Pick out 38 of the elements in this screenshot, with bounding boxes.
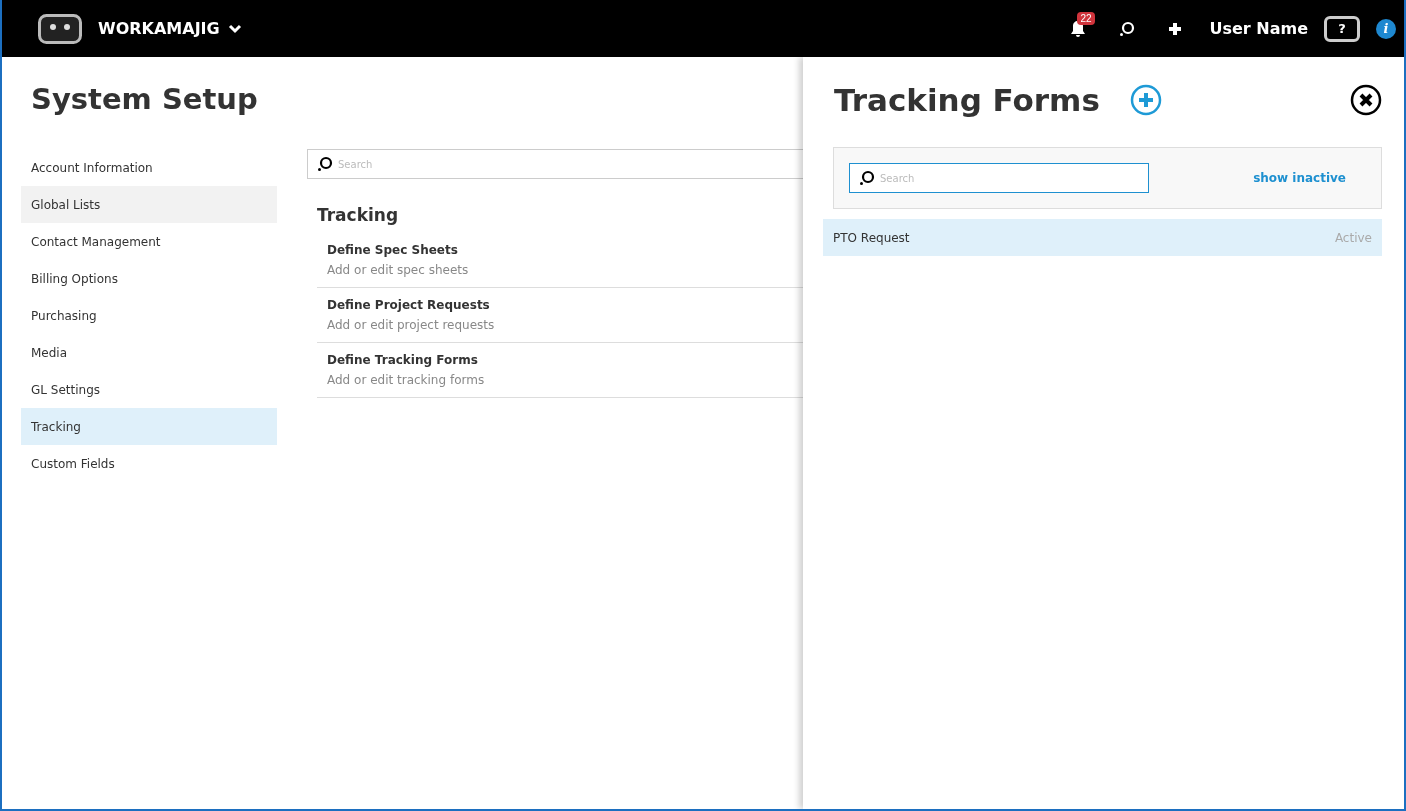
setup-link[interactable]: Define Spec Sheets: [327, 243, 795, 257]
page-title: System Setup: [31, 81, 258, 118]
plus-icon: [1167, 20, 1184, 37]
sidebar-item[interactable]: Custom Fields: [21, 445, 277, 482]
panel-title: Tracking Forms: [834, 82, 1100, 118]
search-icon: [1119, 20, 1136, 37]
form-status: Active: [1334, 230, 1372, 245]
sidebar-item[interactable]: Global Lists: [21, 186, 277, 223]
brand-menu[interactable]: WORKAMAJIG: [98, 19, 242, 38]
close-button[interactable]: [1350, 84, 1382, 116]
chevron-down-icon: [227, 23, 242, 34]
section-title: Tracking: [317, 205, 400, 225]
setup-link[interactable]: Define Tracking Forms: [327, 353, 795, 367]
search-icon: [859, 170, 875, 186]
setup-description: Add or edit project requests: [327, 318, 496, 332]
sidebar-item[interactable]: Contact Management: [21, 223, 277, 260]
info-button[interactable]: i: [1376, 18, 1396, 39]
plus-circle-icon: [1129, 84, 1162, 116]
search-field[interactable]: Search: [307, 149, 805, 179]
sidebar-item[interactable]: Purchasing: [21, 297, 277, 334]
robot-logo-icon: [38, 13, 82, 44]
notification-count: 22: [1077, 11, 1095, 25]
help-button[interactable]: ?: [1324, 15, 1360, 42]
setup-description: Add or edit tracking forms: [327, 373, 486, 387]
sidebar-item[interactable]: Tracking: [21, 408, 277, 445]
add-form-button[interactable]: [1129, 84, 1162, 116]
setup-description: Add or edit spec sheets: [327, 263, 470, 277]
sidebar-item[interactable]: Billing Options: [21, 260, 277, 297]
user-menu[interactable]: User Name: [1203, 18, 1314, 39]
setup-link[interactable]: Define Project Requests: [327, 298, 795, 312]
panel-search-field[interactable]: Search: [849, 163, 1149, 193]
search-icon: [317, 156, 333, 172]
form-name: PTO Request: [833, 230, 911, 245]
form-row[interactable]: PTO Request Active: [823, 219, 1382, 256]
close-icon: [1350, 84, 1382, 116]
sidebar-item[interactable]: Account Information: [21, 149, 277, 186]
sidebar-item[interactable]: Media: [21, 334, 277, 371]
sidebar-item[interactable]: GL Settings: [21, 371, 277, 408]
